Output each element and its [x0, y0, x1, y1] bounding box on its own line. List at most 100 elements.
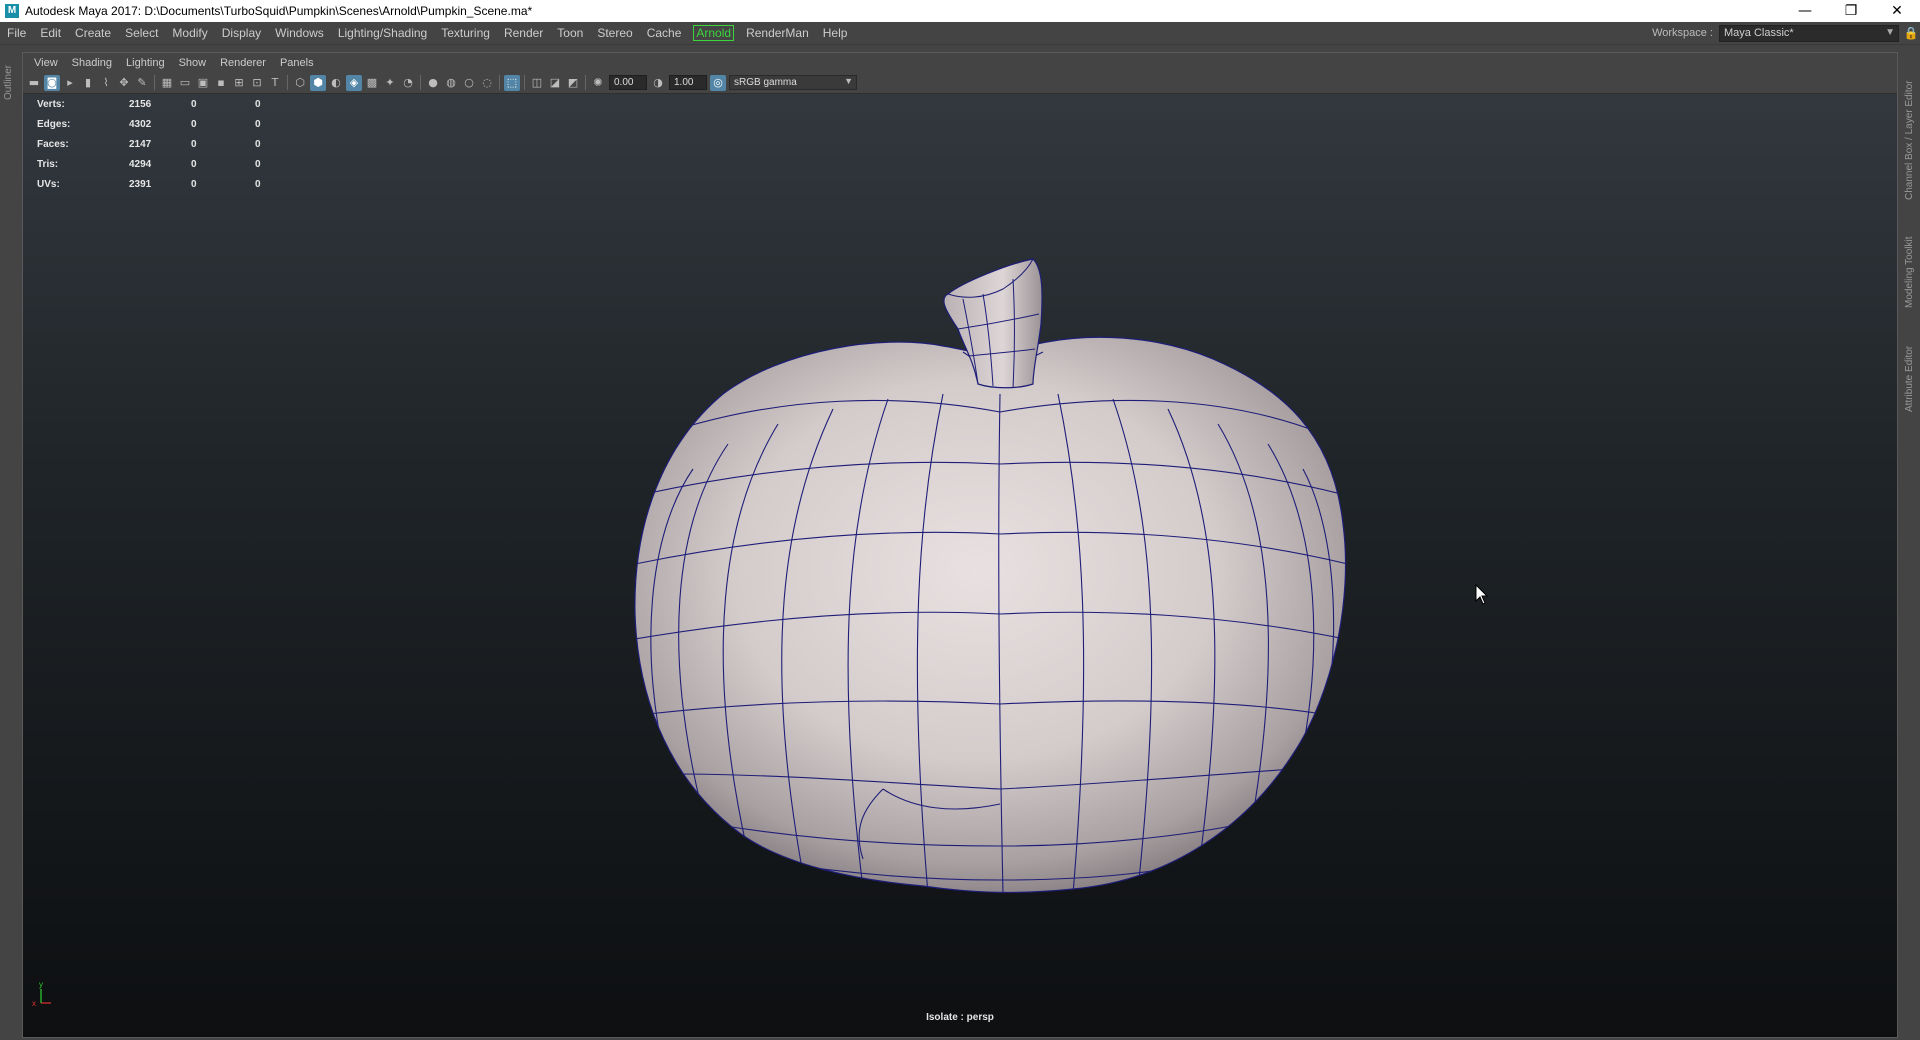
select-camera-icon[interactable]: ▬ [26, 75, 42, 91]
maya-logo-icon: M [5, 4, 19, 18]
panel-menu-renderer[interactable]: Renderer [213, 57, 273, 69]
color-management-icon[interactable]: ◎ [710, 74, 726, 91]
axis-x-label: x [32, 999, 36, 1008]
mouse-cursor-icon [1475, 584, 1489, 605]
film-gate-icon[interactable]: ▭ [177, 75, 193, 91]
hud-value: 4302 [129, 118, 152, 130]
chevron-down-icon: ▼ [1885, 26, 1895, 38]
view-transform-value: sRGB gamma [734, 77, 797, 88]
screen-space-ao-icon[interactable]: ● [425, 75, 441, 91]
channel-box-tab[interactable]: Channel Box / Layer Editor [1904, 80, 1915, 200]
field-chart-icon[interactable]: ⊞ [231, 75, 247, 91]
image-plane-icon[interactable]: ⌇ [98, 75, 114, 91]
exposure-icon[interactable]: ✺ [590, 75, 606, 91]
camera-attributes-icon[interactable]: ◙ [44, 74, 60, 91]
hud-value: 4294 [129, 158, 152, 170]
menu-edit[interactable]: Edit [33, 26, 68, 40]
x-ray-joints-icon[interactable]: ◩ [565, 75, 581, 91]
menu-select[interactable]: Select [118, 26, 165, 40]
hud-label: Verts: [37, 98, 65, 110]
axis-y-label: y [39, 980, 43, 989]
exposure-field[interactable]: 0.00 [609, 75, 647, 90]
panel-menu-lighting[interactable]: Lighting [119, 57, 172, 69]
wireframe-icon[interactable]: ⬡ [292, 75, 308, 91]
hud-label: UVs: [37, 178, 60, 190]
x-ray-active-components-icon[interactable]: ◪ [547, 75, 563, 91]
hud-value: 0 [255, 178, 261, 190]
hud-value: 0 [255, 118, 261, 130]
menu-modify[interactable]: Modify [165, 26, 214, 40]
hud-value: 0 [255, 98, 261, 110]
chevron-down-icon: ▼ [844, 76, 853, 86]
menu-cache[interactable]: Cache [640, 26, 689, 40]
left-tab-strip: Outliner [0, 50, 20, 1040]
menu-arnold[interactable]: Arnold [693, 25, 735, 41]
hud-value: 0 [191, 158, 197, 170]
hud-label: Faces: [37, 138, 69, 150]
two-d-pan-zoom-icon[interactable]: ✥ [116, 75, 132, 91]
panel-menu-panels[interactable]: Panels [273, 57, 321, 69]
menu-lighting-shading[interactable]: Lighting/Shading [331, 26, 434, 40]
menu-file[interactable]: File [0, 26, 33, 40]
panel-menu-show[interactable]: Show [172, 57, 214, 69]
menu-render[interactable]: Render [497, 26, 550, 40]
hud-value: 0 [191, 98, 197, 110]
menu-help[interactable]: Help [816, 26, 855, 40]
grease-pencil-icon[interactable]: ✎ [134, 75, 150, 91]
isolate-select-icon[interactable]: ⬚ [504, 74, 520, 91]
menu-toon[interactable]: Toon [550, 26, 590, 40]
wireframe-on-shaded-icon[interactable]: ◈ [346, 74, 362, 91]
menu-renderman[interactable]: RenderMan [739, 26, 816, 40]
panel-menu-shading[interactable]: Shading [65, 57, 119, 69]
close-button[interactable]: ✕ [1874, 0, 1920, 22]
pumpkin-mesh[interactable] [23, 94, 1897, 1037]
anti-aliasing-icon[interactable]: ○ [461, 75, 477, 91]
smooth-shade-icon[interactable]: ⬢ [310, 74, 326, 91]
menu-create[interactable]: Create [68, 26, 118, 40]
hud-value: 2156 [129, 98, 152, 110]
title-bar: M Autodesk Maya 2017: D:\Documents\Turbo… [0, 0, 1920, 22]
viewport-panel: View Shading Lighting Show Renderer Pane… [22, 52, 1898, 1038]
restore-button[interactable]: ❐ [1828, 0, 1874, 22]
view-axis-indicator: x y [32, 980, 51, 1008]
use-default-material-icon[interactable]: ◐ [328, 75, 344, 91]
poly-count-hud: Verts: 2156 0 0 Edges: 4302 0 0 Faces: 2… [37, 94, 285, 194]
outliner-tab[interactable]: Outliner [3, 65, 14, 100]
lock-icon[interactable]: 🔒 [1902, 26, 1920, 40]
modeling-toolkit-tab[interactable]: Modeling Toolkit [1904, 236, 1915, 308]
bookmark-icon[interactable]: ▸ [62, 75, 78, 91]
menu-stereo[interactable]: Stereo [590, 26, 639, 40]
perspective-viewport[interactable]: Verts: 2156 0 0 Edges: 4302 0 0 Faces: 2… [23, 94, 1897, 1037]
workspace-dropdown[interactable]: Maya Classic* ▼ [1719, 24, 1899, 42]
resolution-gate-icon[interactable]: ▣ [195, 75, 211, 91]
menu-display[interactable]: Display [215, 26, 268, 40]
safe-title-icon[interactable]: T [267, 75, 283, 91]
attribute-editor-tab[interactable]: Attribute Editor [1904, 346, 1915, 412]
safe-action-icon[interactable]: ⊡ [249, 75, 265, 91]
grid-icon[interactable]: ▦ [159, 75, 175, 91]
camera-bookmark-icon[interactable]: ▮ [80, 75, 96, 91]
panel-toolbar: ▬ ◙ ▸ ▮ ⌇ ✥ ✎ ▦ ▭ ▣ ▪ ⊞ ⊡ T ⬡ ⬢ ◐ ◈ ▩ ✦ … [23, 72, 1897, 94]
menu-texturing[interactable]: Texturing [434, 26, 497, 40]
hud-row-edges: Edges: 4302 0 0 [37, 114, 285, 134]
gamma-icon[interactable]: ◑ [650, 75, 666, 91]
shadows-icon[interactable]: ◔ [400, 75, 416, 91]
hud-row-tris: Tris: 4294 0 0 [37, 154, 285, 174]
motion-blur-icon[interactable]: ◍ [443, 75, 459, 91]
textured-icon[interactable]: ▩ [364, 75, 380, 91]
view-transform-dropdown[interactable]: sRGB gamma ▼ [729, 75, 857, 90]
panel-menu-view[interactable]: View [27, 57, 65, 69]
minimize-button[interactable]: — [1782, 0, 1828, 22]
x-ray-icon[interactable]: ◫ [529, 75, 545, 91]
gate-mask-icon[interactable]: ▪ [213, 75, 229, 91]
workspace-label: Workspace : [1652, 27, 1713, 39]
hud-value: 0 [191, 138, 197, 150]
hud-value: 0 [255, 138, 261, 150]
hud-row-uvs: UVs: 2391 0 0 [37, 174, 285, 194]
depth-of-field-icon[interactable]: ◌ [479, 75, 495, 91]
window-title: Autodesk Maya 2017: D:\Documents\TurboSq… [25, 4, 533, 18]
use-all-lights-icon[interactable]: ✦ [382, 75, 398, 91]
menu-windows[interactable]: Windows [268, 26, 331, 40]
hud-row-faces: Faces: 2147 0 0 [37, 134, 285, 154]
gamma-field[interactable]: 1.00 [669, 75, 707, 90]
